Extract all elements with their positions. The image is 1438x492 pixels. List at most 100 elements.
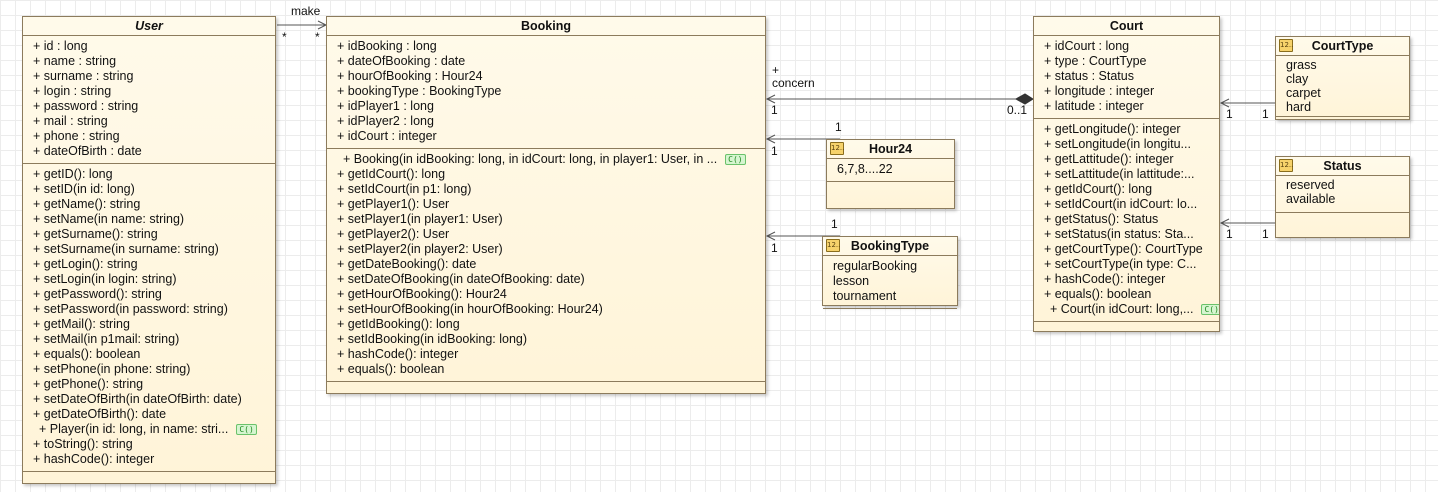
constructor-row[interactable]: + Court(in idCourt: long,... C()	[1044, 302, 1219, 317]
attribute-row[interactable]: + idPlayer1 : long	[337, 99, 765, 114]
operation-row[interactable]: + setLongitude(in longitu...	[1044, 137, 1219, 152]
operation-row[interactable]: + setPhone(in phone: string)	[33, 362, 275, 377]
operation-row[interactable]: + setName(in name: string)	[33, 212, 275, 227]
enum-literal[interactable]: grass	[1286, 58, 1409, 72]
operation-row[interactable]: + getIdCourt(): long	[1044, 182, 1219, 197]
attribute-row[interactable]: + dateOfBooking : date	[337, 54, 765, 69]
attribute-row[interactable]: + idCourt : long	[1044, 39, 1219, 54]
operation-row[interactable]: + setPlayer1(in player1: User)	[337, 212, 765, 227]
operation-row[interactable]: + getLattitude(): integer	[1044, 152, 1219, 167]
operation-row[interactable]: + toString(): string	[33, 437, 275, 452]
operation-row[interactable]: + getCourtType(): CourtType	[1044, 242, 1219, 257]
operation-row[interactable]: + hashCode(): integer	[33, 452, 275, 467]
operation-row[interactable]: + setDateOfBooking(in dateOfBooking: dat…	[337, 272, 765, 287]
row-text: + password : string	[33, 99, 139, 113]
enum-literal[interactable]: reserved	[1286, 178, 1409, 192]
enum-literal[interactable]: clay	[1286, 72, 1409, 86]
constructor-icon: C()	[236, 424, 257, 435]
enum-literal[interactable]: tournament	[833, 289, 957, 304]
operation-row[interactable]: + setMail(in p1mail: string)	[33, 332, 275, 347]
attribute-row[interactable]: + idCourt : integer	[337, 129, 765, 144]
enum-literal[interactable]: hard	[1286, 100, 1409, 114]
operation-row[interactable]: + getHourOfBooking(): Hour24	[337, 287, 765, 302]
operation-row[interactable]: + getLogin(): string	[33, 257, 275, 272]
enum-bookingtype[interactable]: 12.. BookingType regularBooking lesson tou…	[822, 236, 958, 309]
edge-make-label: make	[291, 4, 321, 18]
operation-row[interactable]: + getLongitude(): integer	[1044, 122, 1219, 137]
operation-row[interactable]: + equals(): boolean	[337, 362, 765, 377]
edge-make-from-multiplicity: *	[282, 30, 287, 44]
enum-literal[interactable]: available	[1286, 192, 1409, 206]
enum-courttype[interactable]: 12.. CourtType grass clay carpet hard	[1275, 36, 1410, 120]
attribute-row[interactable]: + longitude : integer	[1044, 84, 1219, 99]
attribute-row[interactable]: + phone : string	[33, 129, 275, 144]
operation-row[interactable]: + getMail(): string	[33, 317, 275, 332]
operation-row[interactable]: + getDateBooking(): date	[337, 257, 765, 272]
constructor-row[interactable]: + Booking(in idBooking: long, in idCourt…	[337, 152, 765, 167]
operation-row[interactable]: + getIdCourt(): long	[337, 167, 765, 182]
enum-literal[interactable]: lesson	[833, 274, 957, 289]
attribute-row[interactable]: + idPlayer2 : long	[337, 114, 765, 129]
attribute-row[interactable]: + status : Status	[1044, 69, 1219, 84]
class-court[interactable]: Court + idCourt : long + type : CourtType…	[1033, 16, 1220, 332]
constructor-row[interactable]: + Player(in id: long, in name: stri... C(…	[33, 422, 275, 437]
row-text: + setHourOfBooking(in hourOfBooking: Hou…	[337, 302, 603, 316]
operation-row[interactable]: + setIdCourt(in idCourt: lo...	[1044, 197, 1219, 212]
enum-bookingtype-values: regularBooking lesson tournament	[823, 255, 957, 308]
operation-row[interactable]: + getDateOfBirth(): date	[33, 407, 275, 422]
operation-row[interactable]: + getIdBooking(): long	[337, 317, 765, 332]
operation-row[interactable]: + setPassword(in password: string)	[33, 302, 275, 317]
row-text: + name : string	[33, 54, 117, 68]
row-text: + getLongitude(): integer	[1044, 122, 1181, 136]
edge-courttype-to-multiplicity: 1	[1226, 107, 1233, 121]
attribute-row[interactable]: + surname : string	[33, 69, 275, 84]
attribute-row[interactable]: + name : string	[33, 54, 275, 69]
operation-row[interactable]: + hashCode(): integer	[337, 347, 765, 362]
operation-row[interactable]: + getPlayer1(): User	[337, 197, 765, 212]
attribute-row[interactable]: + latitude : integer	[1044, 99, 1219, 114]
attribute-row[interactable]: + idBooking : long	[337, 39, 765, 54]
operation-row[interactable]: + getID(): long	[33, 167, 275, 182]
enum-literal[interactable]: regularBooking	[833, 259, 957, 274]
class-booking[interactable]: Booking + idBooking : long + dateOfBookin…	[326, 16, 766, 394]
operation-row[interactable]: + setID(in id: long)	[33, 182, 275, 197]
enum-literal[interactable]: 6,7,8....22	[837, 162, 954, 177]
operation-row[interactable]: + equals(): boolean	[1044, 287, 1219, 302]
operation-row[interactable]: + setPlayer2(in player2: User)	[337, 242, 765, 257]
operation-row[interactable]: + setDateOfBirth(in dateOfBirth: date)	[33, 392, 275, 407]
attribute-row[interactable]: + bookingType : BookingType	[337, 84, 765, 99]
row-text: + setLongitude(in longitu...	[1044, 137, 1191, 151]
operation-row[interactable]: + setSurname(in surname: string)	[33, 242, 275, 257]
operation-row[interactable]: + getName(): string	[33, 197, 275, 212]
operation-row[interactable]: + setIdCourt(in p1: long)	[337, 182, 765, 197]
class-user[interactable]: User + id : long + name : string + surname…	[22, 16, 276, 484]
operation-row[interactable]: + setLogin(in login: string)	[33, 272, 275, 287]
attribute-row[interactable]: + login : string	[33, 84, 275, 99]
operation-row[interactable]: + setCourtType(in type: C...	[1044, 257, 1219, 272]
attribute-row[interactable]: + dateOfBirth : date	[33, 144, 275, 159]
attribute-row[interactable]: + hourOfBooking : Hour24	[337, 69, 765, 84]
attribute-row[interactable]: + password : string	[33, 99, 275, 114]
operation-row[interactable]: + equals(): boolean	[33, 347, 275, 362]
operation-row[interactable]: + setIdBooking(in idBooking: long)	[337, 332, 765, 347]
attribute-row[interactable]: + mail : string	[33, 114, 275, 129]
operation-row[interactable]: + getSurname(): string	[33, 227, 275, 242]
operation-row[interactable]: + getStatus(): Status	[1044, 212, 1219, 227]
operation-row[interactable]: + getPlayer2(): User	[337, 227, 765, 242]
enum-hour24[interactable]: 12.. Hour24 6,7,8....22	[826, 139, 955, 209]
class-court-footer	[1034, 321, 1219, 330]
row-text: 6,7,8....22	[837, 162, 893, 176]
operation-row[interactable]: + hashCode(): integer	[1044, 272, 1219, 287]
edge-bookingtype-to-multiplicity: 1	[771, 241, 778, 255]
attribute-row[interactable]: + id : long	[33, 39, 275, 54]
enum-literal[interactable]: carpet	[1286, 86, 1409, 100]
operation-row[interactable]: + getPhone(): string	[33, 377, 275, 392]
operation-row[interactable]: + setHourOfBooking(in hourOfBooking: Hou…	[337, 302, 765, 317]
operation-row[interactable]: + setStatus(in status: Sta...	[1044, 227, 1219, 242]
enum-courttype-name: CourtType	[1311, 39, 1374, 53]
operation-row[interactable]: + setLattitude(in lattitude:...	[1044, 167, 1219, 182]
attribute-row[interactable]: + type : CourtType	[1044, 54, 1219, 69]
operation-row[interactable]: + getPassword(): string	[33, 287, 275, 302]
enum-status[interactable]: 12.. Status reserved available	[1275, 156, 1410, 238]
row-text: tournament	[833, 289, 897, 303]
